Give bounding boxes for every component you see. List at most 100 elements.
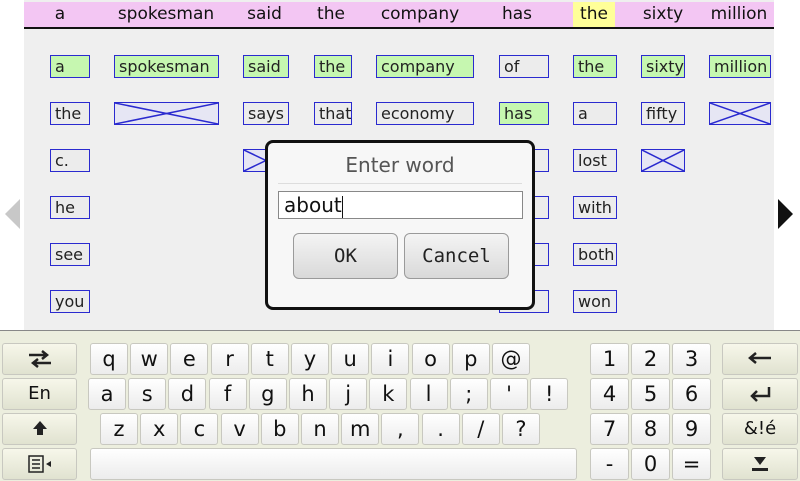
- key[interactable]: a: [88, 378, 126, 410]
- key[interactable]: s: [128, 378, 167, 410]
- word-cell[interactable]: of: [499, 55, 549, 78]
- key[interactable]: .: [421, 413, 460, 445]
- enter-icon: [750, 387, 771, 402]
- key[interactable]: m: [341, 413, 380, 445]
- word-cell[interactable]: lost: [573, 149, 617, 172]
- word-cell[interactable]: see: [50, 243, 90, 266]
- next-page-arrow-icon[interactable]: [778, 199, 793, 229]
- key[interactable]: ': [490, 378, 528, 410]
- number-key[interactable]: 0: [631, 448, 670, 480]
- deleted-word-cell[interactable]: [114, 102, 219, 125]
- key[interactable]: r: [210, 343, 249, 375]
- number-key[interactable]: 4: [590, 378, 629, 410]
- space-key[interactable]: [90, 448, 577, 480]
- key[interactable]: h: [289, 378, 327, 410]
- previous-page-arrow-icon[interactable]: [5, 199, 20, 229]
- cancel-button[interactable]: Cancel: [404, 233, 509, 279]
- word-input-value: about: [284, 193, 342, 217]
- key[interactable]: v: [220, 413, 259, 445]
- key[interactable]: x: [140, 413, 179, 445]
- key[interactable]: i: [371, 343, 410, 375]
- number-key[interactable]: 8: [631, 413, 670, 445]
- deleted-word-cell[interactable]: [709, 102, 771, 125]
- number-key[interactable]: 3: [672, 343, 711, 375]
- word-cell[interactable]: the: [50, 102, 90, 125]
- header-word[interactable]: million: [705, 2, 773, 27]
- key[interactable]: c: [180, 413, 219, 445]
- word-cell[interactable]: sixty: [641, 55, 685, 78]
- key[interactable]: b: [260, 413, 299, 445]
- word-cell[interactable]: has: [499, 102, 549, 125]
- word-cell[interactable]: you: [50, 290, 90, 313]
- ok-button[interactable]: OK: [293, 233, 398, 279]
- word-cell[interactable]: company: [376, 55, 474, 78]
- header-word[interactable]: the: [306, 2, 356, 27]
- number-key[interactable]: -: [590, 448, 629, 480]
- word-cell[interactable]: said: [243, 55, 289, 78]
- key[interactable]: f: [208, 378, 247, 410]
- header-word[interactable]: said: [237, 2, 292, 27]
- word-cell[interactable]: that: [314, 102, 352, 125]
- header-word[interactable]: sixty: [632, 2, 694, 27]
- word-cell[interactable]: fifty: [641, 102, 685, 125]
- header-word[interactable]: a: [36, 2, 84, 27]
- shift-key[interactable]: [2, 413, 77, 445]
- switch-input-key[interactable]: [2, 343, 77, 375]
- key[interactable]: p: [451, 343, 490, 375]
- dialog-divider: [278, 183, 522, 184]
- header-word[interactable]: company: [368, 2, 472, 27]
- word-cell[interactable]: he: [50, 196, 90, 219]
- word-cell[interactable]: both: [573, 243, 617, 266]
- number-key[interactable]: 6: [672, 378, 711, 410]
- word-cell[interactable]: says: [243, 102, 289, 125]
- number-key[interactable]: =: [672, 448, 711, 480]
- key[interactable]: l: [409, 378, 448, 410]
- key[interactable]: d: [168, 378, 207, 410]
- key[interactable]: n: [301, 413, 339, 445]
- key[interactable]: ,: [381, 413, 420, 445]
- key[interactable]: q: [90, 343, 128, 375]
- hide-keyboard-key[interactable]: [722, 448, 798, 480]
- word-cell[interactable]: the: [314, 55, 352, 78]
- key[interactable]: j: [329, 378, 368, 410]
- header-word[interactable]: has: [492, 2, 542, 27]
- key[interactable]: ;: [449, 378, 488, 410]
- delete-cross-icon: [710, 103, 770, 124]
- menu-key[interactable]: [2, 448, 77, 480]
- word-cell[interactable]: won: [573, 290, 617, 313]
- number-key[interactable]: 1: [590, 343, 629, 375]
- word-cell[interactable]: economy: [376, 102, 474, 125]
- backspace-key[interactable]: [722, 343, 798, 375]
- number-key[interactable]: 7: [590, 413, 629, 445]
- key[interactable]: z: [100, 413, 138, 445]
- word-cell[interactable]: the: [573, 55, 617, 78]
- enter-key[interactable]: [722, 378, 798, 410]
- key[interactable]: o: [411, 343, 450, 375]
- number-key[interactable]: 2: [631, 343, 670, 375]
- word-input[interactable]: about: [278, 191, 523, 219]
- key[interactable]: g: [248, 378, 287, 410]
- key[interactable]: y: [291, 343, 329, 375]
- key[interactable]: ?: [502, 413, 540, 445]
- key[interactable]: /: [461, 413, 500, 445]
- key[interactable]: !: [530, 378, 569, 410]
- word-cell[interactable]: spokesman: [114, 55, 219, 78]
- symbols-key[interactable]: &!é: [722, 413, 798, 445]
- deleted-word-cell[interactable]: [641, 149, 685, 172]
- number-key[interactable]: 9: [672, 413, 711, 445]
- word-cell[interactable]: with: [573, 196, 617, 219]
- header-word[interactable]: spokesman: [110, 2, 222, 27]
- number-key[interactable]: 5: [631, 378, 670, 410]
- key[interactable]: u: [331, 343, 370, 375]
- key[interactable]: e: [170, 343, 209, 375]
- key[interactable]: k: [369, 378, 408, 410]
- word-cell[interactable]: a: [50, 55, 90, 78]
- word-cell[interactable]: c.: [50, 149, 90, 172]
- key[interactable]: @: [492, 343, 530, 375]
- header-word[interactable]: the: [573, 2, 615, 27]
- word-cell[interactable]: a: [573, 102, 617, 125]
- key[interactable]: t: [250, 343, 289, 375]
- language-key[interactable]: En: [2, 378, 77, 410]
- key[interactable]: w: [130, 343, 169, 375]
- word-cell[interactable]: million: [709, 55, 771, 78]
